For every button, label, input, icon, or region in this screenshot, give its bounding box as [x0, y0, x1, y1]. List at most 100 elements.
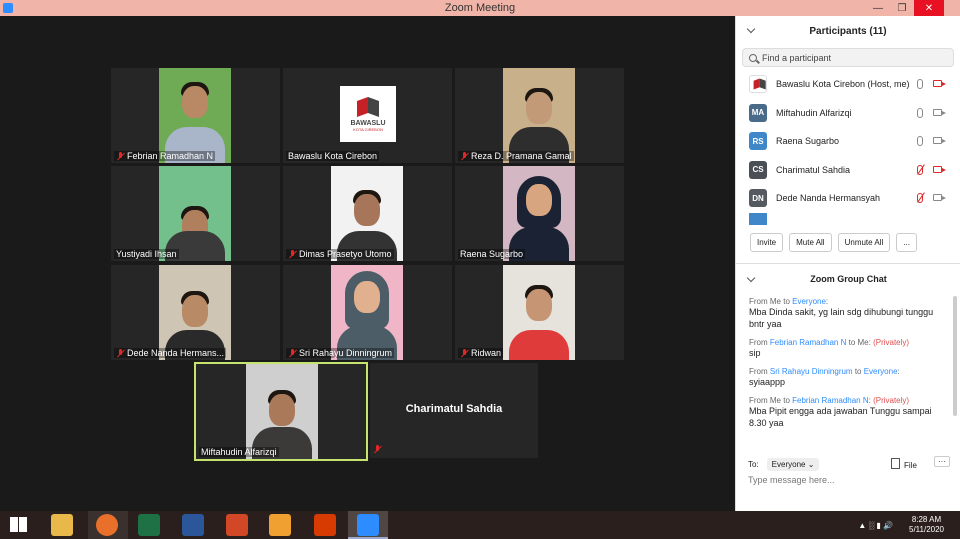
participant-row[interactable]: MA Miftahudin Alfarizqi — [736, 99, 960, 128]
clock[interactable]: 8:28 AM 5/11/2020 — [909, 515, 944, 535]
camera-icon[interactable] — [933, 194, 946, 201]
video-tile[interactable]: BAWASLU KOTA CIREBON Bawaslu Kota Cirebo… — [283, 68, 452, 163]
chat-input[interactable]: Type message here... — [748, 475, 835, 485]
avatar — [749, 212, 767, 225]
participant-row[interactable]: Bawaslu Kota Cirebon (Host, me) — [736, 70, 960, 99]
participant-video — [503, 68, 575, 163]
video-tile-active-speaker[interactable]: Miftahudin Alfarizqi — [194, 362, 368, 461]
tile-name: Yustiyadi Ihsan — [114, 249, 179, 259]
video-tile[interactable]: Reza D. Pramana Gamal — [455, 68, 624, 163]
mic-muted-icon — [288, 249, 297, 259]
unmute-all-button[interactable]: Unmute All — [837, 233, 891, 252]
window-title: Zoom Meeting — [444, 2, 516, 14]
participant-actions: Invite Mute All Unmute All ... — [736, 225, 960, 252]
word-icon[interactable] — [182, 514, 204, 536]
avatar: DN — [749, 189, 767, 208]
video-tile[interactable]: Dimas Prasetyo Utomo — [283, 166, 452, 261]
participant-video — [331, 166, 403, 261]
chat-recipient-row: To: Everyone ⌄ File ··· — [748, 456, 953, 472]
file-explorer-icon[interactable] — [51, 514, 73, 536]
avatar — [749, 75, 767, 94]
chat-more-button[interactable]: ··· — [934, 456, 950, 467]
mic-muted-icon — [460, 151, 469, 161]
zoom-app-icon — [3, 3, 13, 13]
mic-muted-icon[interactable] — [917, 164, 923, 175]
media-player-icon[interactable] — [269, 514, 291, 536]
chat-message: From Me to Febrian Ramadhan N: (Privatel… — [749, 396, 932, 428]
tile-name: Ridwan — [458, 348, 504, 358]
mic-icon[interactable] — [917, 79, 923, 89]
video-tile[interactable]: Febrian Ramadhan N — [111, 68, 280, 163]
chat-scrollbar[interactable] — [953, 296, 957, 416]
avatar: RS — [749, 132, 767, 151]
video-tile[interactable]: Yustiyadi Ihsan — [111, 166, 280, 261]
video-tile[interactable]: Dede Nanda Hermans... — [111, 265, 280, 360]
tray-icons[interactable]: ▲ ░ ▮ 🔊 — [858, 521, 893, 530]
camera-off-icon[interactable] — [933, 165, 946, 173]
avatar: CS — [749, 160, 767, 179]
close-button[interactable]: ✕ — [914, 0, 944, 16]
file-button[interactable]: File — [891, 458, 917, 470]
chat-messages: From Me to Everyone: Mba Dinda sakit, yg… — [749, 297, 949, 445]
participant-video — [246, 364, 318, 459]
maximize-button[interactable]: ❐ — [890, 0, 914, 16]
mic-muted-icon[interactable] — [917, 193, 923, 203]
participants-header: Participants (11) — [736, 16, 960, 46]
participant-list: Bawaslu Kota Cirebon (Host, me) MA Mifta… — [736, 70, 960, 225]
participant-video — [159, 166, 231, 261]
tile-name: Dimas Prasetyo Utomo — [286, 249, 394, 259]
video-tile-video-off[interactable]: Charimatul Sahdia — [370, 363, 538, 458]
acrobat-icon[interactable] — [314, 514, 336, 536]
windows-start-icon[interactable] — [10, 517, 30, 533]
logo-mark-icon — [754, 78, 763, 90]
camera-icon[interactable] — [933, 137, 946, 144]
search-icon — [749, 53, 757, 62]
tile-name: Raena Sugarbo — [458, 249, 526, 259]
tile-name: Febrian Ramadhan N — [114, 151, 216, 161]
minimize-button[interactable]: — — [866, 0, 890, 16]
participant-video — [331, 265, 403, 360]
chat-header: Zoom Group Chat — [736, 269, 960, 289]
participant-row[interactable]: CS Charimatul Sahdia — [736, 156, 960, 185]
more-button[interactable]: ... — [896, 233, 917, 252]
chat-message: From Me to Everyone: Mba Dinda sakit, yg… — [749, 297, 934, 329]
mic-icon[interactable] — [917, 136, 923, 146]
mic-muted-icon — [288, 348, 297, 358]
chat-message: From Febrian Ramadhan N to Me: (Privatel… — [749, 338, 910, 358]
window-controls: — ❐ ✕ — [866, 0, 944, 16]
participant-row[interactable] — [736, 212, 960, 225]
excel-icon[interactable] — [138, 514, 160, 536]
windows-taskbar: ▲ ░ ▮ 🔊 8:28 AM 5/11/2020 — [0, 511, 960, 539]
participant-video — [159, 68, 231, 163]
title-bar: Zoom Meeting — ❐ ✕ — [0, 0, 960, 16]
mic-icon[interactable] — [917, 107, 923, 118]
chat-message: From Sri Rahayu Dinningrum to Everyone: … — [749, 367, 900, 387]
participant-video — [159, 265, 231, 360]
participant-video — [503, 166, 575, 261]
chevron-down-icon[interactable] — [746, 273, 756, 283]
video-tile[interactable]: Sri Rahayu Dinningrum — [283, 265, 452, 360]
camera-icon[interactable] — [933, 108, 946, 116]
participant-search-input[interactable]: Find a participant — [742, 48, 954, 67]
firefox-icon[interactable] — [96, 514, 118, 536]
tile-name: Reza D. Pramana Gamal — [458, 151, 574, 161]
participant-row[interactable]: RS Raena Sugarbo — [736, 127, 960, 156]
zoom-taskbar-icon[interactable] — [357, 514, 379, 536]
invite-button[interactable]: Invite — [750, 233, 784, 252]
camera-off-icon[interactable] — [933, 80, 946, 87]
recipient-dropdown[interactable]: Everyone ⌄ — [766, 457, 820, 471]
avatar: MA — [749, 103, 767, 122]
tile-name: Sri Rahayu Dinningrum — [286, 348, 395, 358]
participant-row[interactable]: DN Dede Nanda Hermansyah — [736, 184, 960, 213]
video-tile[interactable]: Ridwan — [455, 265, 624, 360]
video-gallery: Febrian Ramadhan N BAWASLU KOTA CIREBON … — [0, 16, 735, 511]
bawaslu-logo: BAWASLU KOTA CIREBON — [340, 86, 396, 142]
mute-all-button[interactable]: Mute All — [789, 233, 832, 252]
system-tray: ▲ ░ ▮ 🔊 8:28 AM 5/11/2020 — [858, 511, 960, 539]
mic-muted-icon — [116, 151, 125, 161]
video-tile[interactable]: Raena Sugarbo — [455, 166, 624, 261]
powerpoint-icon[interactable] — [226, 514, 248, 536]
chevron-down-icon[interactable] — [746, 24, 756, 34]
logo-mark-icon — [357, 96, 379, 118]
tile-name-large: Charimatul Sahdia — [405, 403, 503, 415]
